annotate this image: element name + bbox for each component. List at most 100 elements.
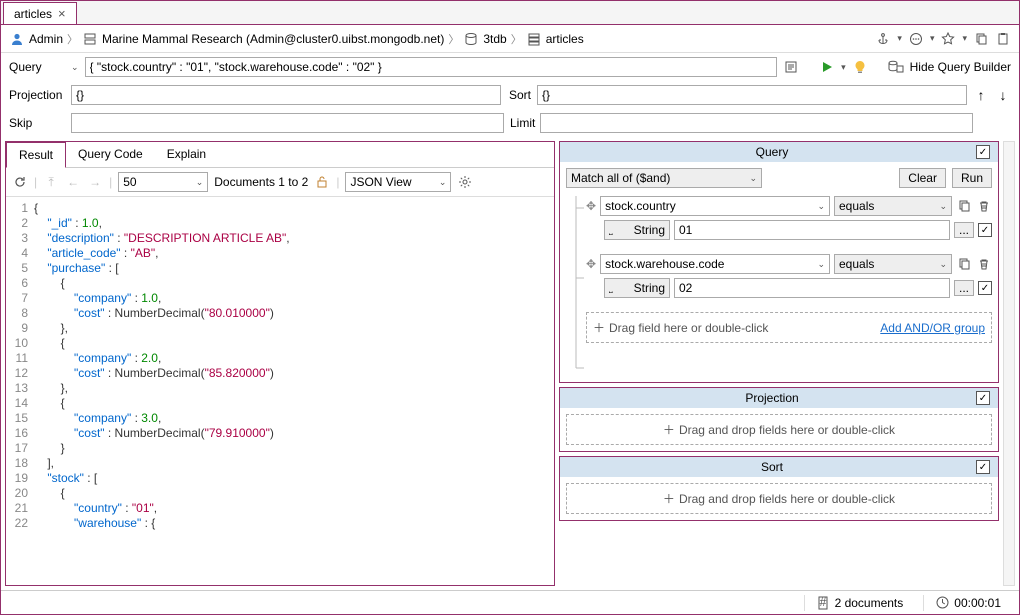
plus-icon: ＋ xyxy=(663,490,675,507)
sort-desc-icon[interactable]: ↓ xyxy=(995,87,1011,103)
operator-select[interactable]: equals⌄ xyxy=(834,254,952,274)
run-dropdown-icon[interactable]: ▾ xyxy=(841,62,846,73)
query-dropdown-icon[interactable]: ⌄ xyxy=(71,62,79,73)
plus-icon: ＋ xyxy=(663,421,675,438)
operator-select[interactable]: equals⌄ xyxy=(834,196,952,216)
query-input[interactable] xyxy=(85,57,778,77)
star-icon[interactable] xyxy=(940,31,956,47)
query-builder-panel: Query ✓ Match all of ($and) ⌄ Clear Run xyxy=(559,141,999,586)
skip-input[interactable] xyxy=(71,113,504,133)
sort-drop-label: Drag and drop fields here or double-clic… xyxy=(679,492,895,506)
condition-row: ✥ stock.country⌄ equals⌄ xyxy=(586,196,992,216)
sort-input[interactable] xyxy=(537,85,967,105)
result-toolbar: | ⤒ ← → | 50 ⌄ Documents 1 to 2 | JSON V… xyxy=(6,168,554,197)
value-enabled-checkbox[interactable]: ✓ xyxy=(978,281,992,295)
query-label: Query xyxy=(9,60,65,74)
query-options-icon[interactable] xyxy=(783,59,799,75)
field-value: stock.warehouse.code xyxy=(605,257,724,271)
field-value: stock.country xyxy=(605,199,676,213)
view-mode-select[interactable]: JSON View ⌄ xyxy=(345,172,451,192)
builder-sort-title: Sort xyxy=(568,460,976,474)
collection-icon xyxy=(526,31,542,47)
document-tabs: articles × xyxy=(1,1,1019,25)
value-enabled-checkbox[interactable]: ✓ xyxy=(978,223,992,237)
server-icon xyxy=(82,31,98,47)
right-scrollbar[interactable] xyxy=(1003,141,1015,586)
first-page-icon[interactable]: ⤒ xyxy=(43,174,59,190)
drag-field-target[interactable]: ＋ Drag field here or double-click Add AN… xyxy=(586,312,992,343)
sort-enabled-checkbox[interactable]: ✓ xyxy=(976,460,990,474)
lock-icon[interactable] xyxy=(314,174,330,190)
run-icon[interactable] xyxy=(819,59,835,75)
breadcrumb-database[interactable]: 3tdb xyxy=(483,32,506,46)
status-bar: # 2 documents 00:00:01 xyxy=(1,590,1019,614)
refresh-icon[interactable] xyxy=(12,174,28,190)
type-value: String xyxy=(634,223,665,237)
breadcrumb: Admin 〉 Marine Mammal Research (Admin@cl… xyxy=(1,25,1019,53)
user-icon xyxy=(9,31,25,47)
breadcrumb-user[interactable]: Admin xyxy=(29,32,63,46)
tab-query-code[interactable]: Query Code xyxy=(66,142,155,167)
sort-drop-target[interactable]: ＋ Drag and drop fields here or double-cl… xyxy=(566,483,992,514)
view-mode-value: JSON View xyxy=(350,175,411,189)
field-select[interactable]: stock.country⌄ xyxy=(600,196,830,216)
projection-enabled-checkbox[interactable]: ✓ xyxy=(976,391,990,405)
tab-result[interactable]: Result xyxy=(6,142,66,168)
grip-icon[interactable]: ✥ xyxy=(586,257,596,271)
skip-label: Skip xyxy=(9,116,65,130)
projection-input[interactable] xyxy=(71,85,501,105)
trash-icon[interactable] xyxy=(976,198,992,214)
trash-icon[interactable] xyxy=(976,256,992,272)
line-gutter: 12345678910111213141516171819202122 xyxy=(6,201,34,581)
run-button[interactable]: Run xyxy=(952,168,992,188)
builder-projection-section: Projection ✓ ＋ Drag and drop fields here… xyxy=(559,387,999,452)
documents-range-label: Documents 1 to 2 xyxy=(214,175,308,189)
json-content: { "_id" : 1.0, "description" : "DESCRIPT… xyxy=(34,201,554,581)
result-tabs: Result Query Code Explain xyxy=(6,142,554,168)
main-area: Result Query Code Explain | ⤒ ← → | 50 ⌄… xyxy=(1,137,1019,590)
next-page-icon[interactable]: → xyxy=(87,174,103,190)
type-value: String xyxy=(634,281,665,295)
type-select[interactable]: ⎵String xyxy=(604,220,670,240)
match-mode-select[interactable]: Match all of ($and) ⌄ xyxy=(566,168,762,188)
match-mode-value: Match all of ($and) xyxy=(571,171,670,185)
builder-projection-title: Projection xyxy=(568,391,976,405)
document-count-label: 2 documents xyxy=(835,596,904,610)
sort-asc-icon[interactable]: ↑ xyxy=(973,87,989,103)
field-select[interactable]: stock.warehouse.code⌄ xyxy=(600,254,830,274)
result-panel: Result Query Code Explain | ⤒ ← → | 50 ⌄… xyxy=(5,141,555,586)
type-select[interactable]: ⎵String xyxy=(604,278,670,298)
breadcrumb-server[interactable]: Marine Mammal Research (Admin@cluster0.u… xyxy=(102,32,444,46)
value-picker-button[interactable]: ... xyxy=(954,280,974,296)
add-group-link[interactable]: Add AND/OR group xyxy=(880,321,985,335)
query-enabled-checkbox[interactable]: ✓ xyxy=(976,145,990,159)
builder-sort-section: Sort ✓ ＋ Drag and drop fields here or do… xyxy=(559,456,999,521)
prev-page-icon[interactable]: ← xyxy=(65,174,81,190)
duplicate-icon[interactable] xyxy=(956,256,972,272)
paste-icon[interactable] xyxy=(995,31,1011,47)
clear-button[interactable]: Clear xyxy=(899,168,946,188)
tab-explain[interactable]: Explain xyxy=(155,142,218,167)
drag-field-label: Drag field here or double-click xyxy=(609,321,768,335)
copy-icon[interactable] xyxy=(973,31,989,47)
anchor-icon[interactable] xyxy=(875,31,891,47)
value-input[interactable] xyxy=(674,278,950,298)
gear-icon[interactable] xyxy=(457,174,473,190)
operator-value: equals xyxy=(839,257,874,271)
sort-label: Sort xyxy=(507,88,531,102)
hide-builder-button[interactable]: Hide Query Builder xyxy=(910,60,1011,74)
grip-icon[interactable]: ✥ xyxy=(586,199,596,213)
document-tab[interactable]: articles × xyxy=(3,2,77,24)
projection-drop-target[interactable]: ＋ Drag and drop fields here or double-cl… xyxy=(566,414,992,445)
limit-input[interactable] xyxy=(540,113,973,133)
breadcrumb-collection[interactable]: articles xyxy=(546,32,584,46)
ellipsis-icon[interactable] xyxy=(908,31,924,47)
value-picker-button[interactable]: ... xyxy=(954,222,974,238)
page-size-select[interactable]: 50 ⌄ xyxy=(118,172,208,192)
svg-text:#: # xyxy=(819,596,826,609)
close-icon[interactable]: × xyxy=(58,6,66,21)
hint-icon[interactable] xyxy=(852,59,868,75)
json-viewer[interactable]: 12345678910111213141516171819202122 { "_… xyxy=(6,197,554,585)
value-input[interactable] xyxy=(674,220,950,240)
duplicate-icon[interactable] xyxy=(956,198,972,214)
